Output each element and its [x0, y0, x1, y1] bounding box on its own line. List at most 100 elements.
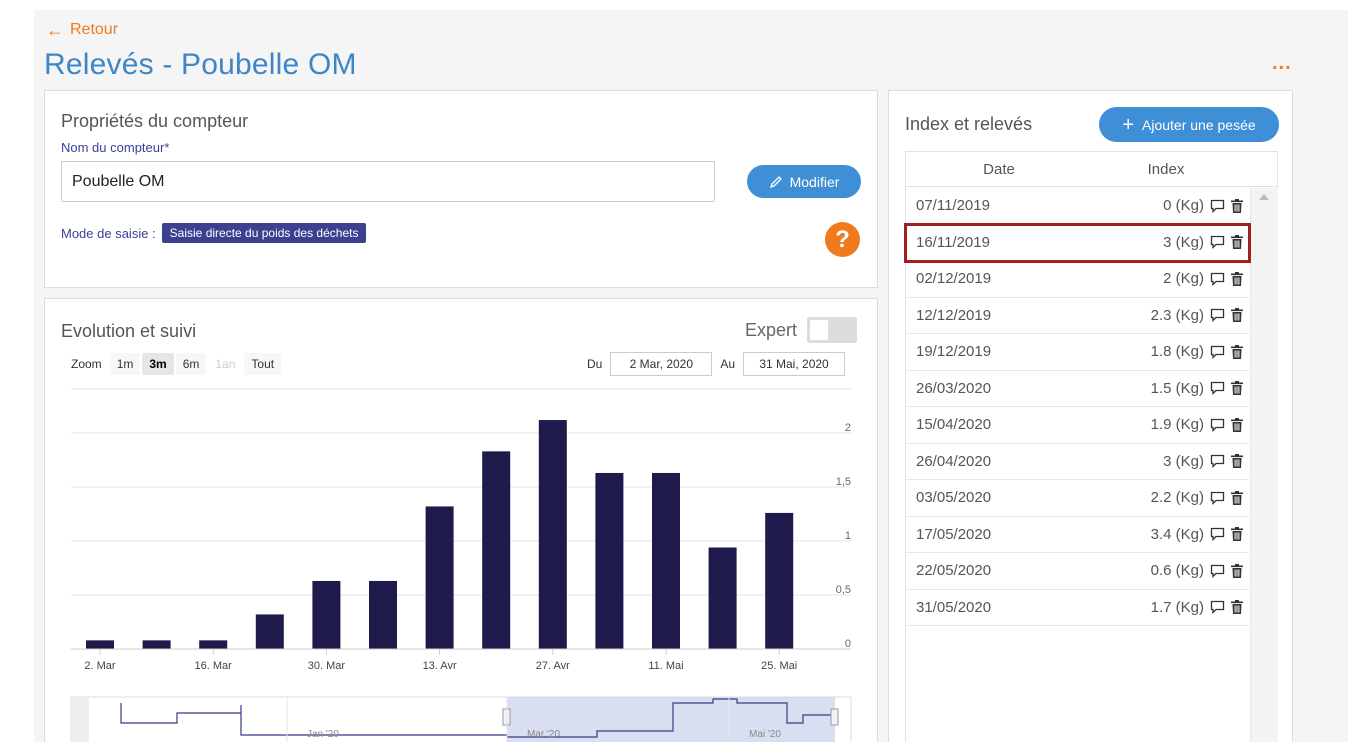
comment-icon[interactable]: [1210, 454, 1225, 469]
table-row[interactable]: 15/04/2020 1.9 (Kg): [906, 407, 1249, 444]
trash-icon[interactable]: [1231, 308, 1243, 323]
comment-icon[interactable]: [1210, 381, 1225, 396]
row-index-value: 1.8 (Kg): [1150, 343, 1204, 361]
trash-icon[interactable]: [1231, 235, 1243, 250]
y-tick-label: 1,5: [836, 476, 851, 488]
zoom-3m-button[interactable]: 3m: [142, 353, 174, 375]
row-index-value: 1.5 (Kg): [1150, 379, 1204, 397]
row-actions: [1210, 417, 1243, 432]
column-header-date[interactable]: Date: [906, 161, 1092, 178]
scroll-up-icon[interactable]: [1259, 194, 1269, 200]
navigator-handle-right[interactable]: [830, 708, 839, 726]
add-weighing-button[interactable]: + Ajouter une pesée: [1099, 107, 1279, 142]
y-tick-label: 0: [845, 638, 851, 650]
scrollbar[interactable]: [1250, 188, 1278, 742]
to-date-input[interactable]: 31 Mai, 2020: [743, 352, 846, 376]
row-actions: [1210, 527, 1243, 542]
row-index-value: 0.6 (Kg): [1150, 562, 1204, 580]
mode-row: Mode de saisie : Saisie directe du poids…: [61, 223, 367, 243]
toggle-knob: [810, 320, 829, 340]
zoom-1m-button[interactable]: 1m: [109, 353, 141, 375]
trash-icon[interactable]: [1231, 344, 1243, 359]
trash-icon[interactable]: [1231, 381, 1243, 396]
zoom-6m-button[interactable]: 6m: [175, 353, 207, 375]
back-link[interactable]: ← Retour: [46, 21, 118, 39]
table-row[interactable]: 03/05/2020 2.2 (Kg): [906, 480, 1249, 517]
table-row[interactable]: 16/11/2019 3 (Kg): [904, 222, 1251, 263]
table-row[interactable]: 07/11/2019 0 (Kg): [906, 188, 1249, 225]
row-date: 12/12/2019: [916, 306, 992, 324]
table-row[interactable]: 19/12/2019 1.8 (Kg): [906, 334, 1249, 371]
row-actions: [1210, 271, 1243, 286]
table-row[interactable]: 31/05/2020 1.7 (Kg): [906, 590, 1249, 626]
row-date: 26/03/2020: [916, 379, 992, 397]
expert-label: Expert: [745, 319, 798, 340]
row-actions: [1210, 454, 1243, 469]
table-row[interactable]: 26/03/2020 1.5 (Kg): [906, 371, 1249, 407]
row-date: 22/05/2020: [916, 562, 992, 580]
row-index-value: 1.7 (Kg): [1150, 598, 1204, 616]
name-field[interactable]: [61, 161, 715, 202]
help-icon[interactable]: ?: [825, 222, 860, 257]
comment-icon[interactable]: [1210, 527, 1225, 542]
row-actions: [1210, 381, 1243, 396]
add-weighing-label: Ajouter une pesée: [1142, 116, 1256, 133]
comment-icon[interactable]: [1210, 600, 1225, 615]
row-actions: [1210, 235, 1243, 250]
x-tick-label: 27. Avr: [536, 660, 570, 672]
row-index-value: 3 (Kg): [1163, 452, 1204, 470]
chart-bar[interactable]: [142, 640, 171, 649]
zoom-all-button[interactable]: Tout: [244, 353, 282, 375]
column-header-index[interactable]: Index: [1092, 161, 1240, 178]
chart-bar[interactable]: [86, 640, 114, 649]
chart-bar[interactable]: [538, 420, 567, 649]
chart-bar[interactable]: [369, 580, 397, 649]
chart-bar[interactable]: [482, 451, 511, 649]
comment-icon[interactable]: [1210, 491, 1225, 505]
x-tick-label: 30. Mar: [308, 660, 346, 672]
trash-icon[interactable]: [1231, 490, 1243, 505]
trash-icon[interactable]: [1231, 527, 1243, 542]
chart-bar[interactable]: [765, 512, 794, 649]
to-label: Au: [720, 357, 736, 371]
chart-bar[interactable]: [255, 614, 284, 649]
comment-icon[interactable]: [1210, 308, 1225, 323]
table-header: Date Index: [906, 152, 1277, 187]
x-tick-label: 25. Mai: [761, 660, 797, 672]
comment-icon[interactable]: [1210, 418, 1225, 432]
chart-bar[interactable]: [199, 640, 228, 649]
trash-icon[interactable]: [1231, 600, 1243, 615]
properties-card: Propriétés du compteur Nom du compteur* …: [44, 90, 878, 288]
row-index-value: 2.3 (Kg): [1150, 306, 1204, 324]
chart-bar[interactable]: [312, 580, 341, 649]
table-row[interactable]: 12/12/2019 2.3 (Kg): [906, 298, 1249, 334]
row-date: 02/12/2019: [916, 270, 992, 288]
table-row[interactable]: 26/04/2020 3 (Kg): [906, 444, 1249, 480]
trash-icon[interactable]: [1231, 563, 1243, 578]
comment-icon[interactable]: [1210, 235, 1225, 250]
more-options-icon[interactable]: ...: [1272, 52, 1292, 75]
navigator-label: Jan '20: [307, 729, 339, 740]
trash-icon[interactable]: [1231, 198, 1243, 213]
chart-bar[interactable]: [425, 506, 454, 649]
navigator-outside-left: [71, 698, 89, 742]
table-row[interactable]: 02/12/2019 2 (Kg): [906, 261, 1249, 298]
trash-icon[interactable]: [1231, 271, 1243, 286]
table-row[interactable]: 17/05/2020 3.4 (Kg): [906, 517, 1249, 553]
comment-icon[interactable]: [1210, 345, 1225, 359]
table-row[interactable]: 22/05/2020 0.6 (Kg): [906, 553, 1249, 590]
modify-button[interactable]: Modifier: [747, 165, 861, 198]
page-title: Relevés - Poubelle OM: [44, 48, 357, 81]
comment-icon[interactable]: [1210, 272, 1225, 286]
trash-icon[interactable]: [1231, 417, 1243, 432]
chart-bar[interactable]: [708, 547, 737, 649]
from-date-input[interactable]: 2 Mar, 2020: [610, 352, 713, 376]
expert-toggle[interactable]: [807, 317, 858, 343]
chart-bar[interactable]: [652, 472, 680, 649]
chart-bar[interactable]: [595, 472, 624, 649]
index-title: Index et relevés: [905, 114, 1033, 134]
trash-icon[interactable]: [1231, 454, 1243, 469]
comment-icon[interactable]: [1210, 199, 1225, 213]
navigator-label: Mar '20: [527, 729, 560, 740]
comment-icon[interactable]: [1210, 564, 1225, 578]
